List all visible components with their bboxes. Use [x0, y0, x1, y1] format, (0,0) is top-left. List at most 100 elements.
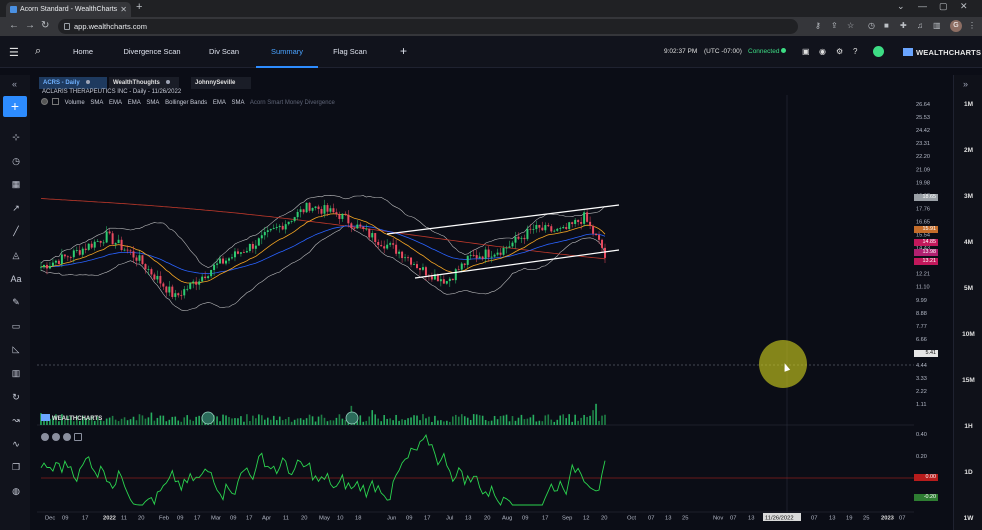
candle-body [424, 267, 427, 276]
sync-icon[interactable]: ↻ [9, 391, 23, 403]
time-axis-label: 09 [177, 516, 183, 522]
minimize-icon[interactable]: — [918, 1, 927, 11]
candle-body [126, 249, 129, 251]
calendar-icon[interactable]: ▦ [9, 178, 23, 190]
text-icon[interactable]: Aa [9, 273, 23, 285]
interval-1m[interactable]: 1M [954, 101, 982, 108]
trend-icon[interactable]: ↗ [9, 202, 23, 214]
tab-home[interactable]: Home [60, 36, 106, 68]
candle-body [547, 225, 550, 227]
osc-visibility-icon[interactable] [52, 433, 60, 441]
logo-mark-icon [903, 48, 913, 56]
line-icon[interactable]: ╱ [9, 225, 23, 237]
interval-5m[interactable]: 5M [954, 285, 982, 292]
candle-body [230, 257, 233, 259]
browser-tab[interactable]: Acorn Standard - WealthCharts ✕ [6, 2, 131, 17]
candle-body [526, 228, 529, 240]
volume-bar [454, 414, 457, 425]
volume-bar [117, 421, 120, 425]
tab-flag-scan[interactable]: Flag Scan [328, 36, 372, 68]
price-tag: 18.65 [914, 193, 938, 201]
time-axis-label: 17 [246, 516, 252, 522]
profile-avatar[interactable]: G [950, 20, 962, 32]
osc-expand-icon[interactable] [74, 433, 82, 441]
tab-div-scan[interactable]: Div Scan [200, 36, 248, 68]
new-tab-icon[interactable]: + [136, 1, 142, 13]
crosshair-icon[interactable]: ⊹ [9, 131, 23, 143]
sidepanel-icon[interactable]: ▥ [933, 21, 941, 30]
interval-15m[interactable]: 15M [954, 377, 982, 384]
candle-body [45, 264, 48, 269]
puzzle-icon[interactable]: ✚ [900, 21, 907, 30]
close-window-icon[interactable]: ✕ [960, 1, 968, 12]
brush-icon[interactable]: ✎ [9, 296, 23, 308]
history-icon[interactable]: ◷ [868, 21, 875, 30]
forward-icon[interactable]: → [25, 20, 35, 31]
settings-gear-icon[interactable]: ⚙ [836, 47, 843, 56]
ruler-icon[interactable]: ▭ [9, 320, 23, 332]
tab-divergence-scan[interactable]: Divergence Scan [118, 36, 186, 68]
collapse-right-icon[interactable]: » [963, 79, 968, 89]
extension-icon[interactable]: ■ [884, 21, 889, 30]
add-tab-icon[interactable]: + [400, 44, 407, 58]
time-axis-label: 20 [138, 516, 144, 522]
volume-bar [114, 419, 117, 425]
collapse-left-icon[interactable]: « [12, 79, 17, 89]
interval-1w[interactable]: 1W [954, 515, 982, 522]
tab-summary[interactable]: Summary [256, 36, 318, 68]
add-drawing-button[interactable]: + [3, 96, 27, 117]
volume-bar [108, 417, 111, 425]
bell-icon[interactable]: ◉ [819, 47, 826, 56]
candle-body [219, 258, 222, 264]
address-bar[interactable]: app.wealthcharts.com [58, 19, 798, 34]
interval-10m[interactable]: 10M [954, 331, 982, 338]
measure-icon[interactable]: ◺ [9, 343, 23, 355]
volume-bar [434, 415, 436, 425]
tab-search-icon[interactable]: ⌄ [897, 1, 905, 12]
copy-icon[interactable]: ❐ [9, 461, 23, 473]
interval-4m[interactable]: 4M [954, 239, 982, 246]
chart-icon[interactable]: ↝ [9, 414, 23, 426]
clock-icon[interactable]: ◷ [9, 155, 23, 167]
divergence-marker-icon[interactable] [345, 411, 359, 425]
interval-2m[interactable]: 2M [954, 147, 982, 154]
share-icon[interactable]: ⇪ [831, 21, 838, 30]
osc-settings-icon[interactable] [41, 433, 49, 441]
reload-icon[interactable]: ↻ [41, 20, 49, 31]
close-tab-icon[interactable]: ✕ [120, 2, 127, 17]
help-icon[interactable]: ? [853, 47, 857, 56]
search-icon[interactable]: ⌕ [35, 45, 41, 58]
candle-body [505, 247, 508, 249]
globe-icon[interactable]: ◍ [9, 485, 23, 497]
fill-icon[interactable]: ◬ [9, 249, 23, 261]
indicator-icon[interactable]: ∿ [9, 438, 23, 450]
osc-close-icon[interactable] [63, 433, 71, 441]
time-axis-label: 09 [406, 516, 412, 522]
volume-bar [275, 420, 278, 425]
divergence-marker-icon[interactable] [201, 411, 215, 425]
drawing-toolbar: « + ⊹ ◷ ▦ ↗ ╱ ◬ Aa ✎ ▭ ◺ ▥ ↻ ↝ ∿ ❐ ◍ [0, 75, 30, 530]
browser-menu-icon[interactable]: ⋮ [968, 21, 976, 30]
volume-bar [523, 419, 526, 425]
price-chart-canvas[interactable]: 26.6425.5324.4223.3122.2021.0919.9818.87… [37, 75, 949, 530]
time-axis-label: 07 [730, 516, 736, 522]
candle-body [159, 275, 162, 284]
candle-body [180, 295, 183, 297]
timezone-readout[interactable]: (UTC -07:00) [704, 48, 742, 55]
chart-panel[interactable]: ACRS - Daily WealthThoughts JohnnySevill… [37, 75, 949, 530]
save-icon[interactable]: ▣ [802, 47, 810, 56]
candle-body [81, 248, 84, 255]
back-icon[interactable]: ← [9, 20, 19, 31]
interval-1d[interactable]: 1D [954, 469, 982, 476]
lightbulb-icon[interactable] [873, 46, 884, 57]
key-icon[interactable]: ⚷ [815, 21, 821, 30]
candle-body [484, 249, 487, 259]
interval-3m[interactable]: 3M [954, 193, 982, 200]
media-icon[interactable]: ♫ [917, 21, 923, 30]
interval-1h[interactable]: 1H [954, 423, 982, 430]
menu-icon[interactable]: ☰ [9, 46, 19, 59]
volume-bar [290, 421, 293, 425]
maximize-icon[interactable]: ▢ [939, 1, 948, 12]
trash-icon[interactable]: ▥ [9, 367, 23, 379]
bookmark-star-icon[interactable]: ☆ [847, 21, 854, 30]
